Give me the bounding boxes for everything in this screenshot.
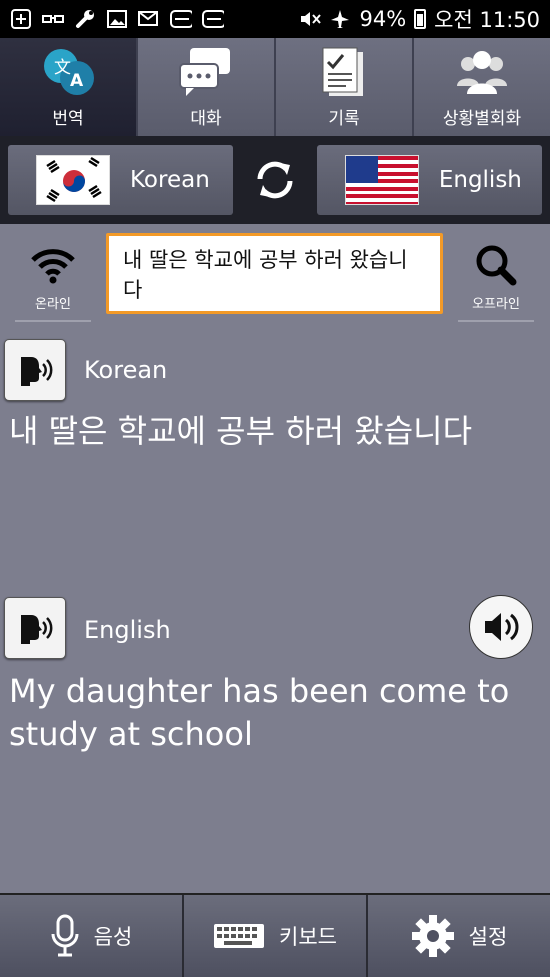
mail-icon — [138, 10, 160, 28]
settings-button[interactable]: 설정 — [368, 895, 550, 977]
input-row: 온라인 내 딸은 학교에 공부 하러 왔습니다 오프라인 — [0, 224, 550, 326]
keyboard-icon — [214, 924, 265, 948]
tab-translate[interactable]: 文 A 번역 — [0, 38, 138, 136]
battery-icon — [414, 9, 427, 29]
voice-input-button[interactable]: 음성 — [0, 895, 184, 977]
source-language-label: Korean — [130, 167, 210, 193]
usa-flag-icon — [344, 155, 419, 205]
battery-percent: 94% — [359, 7, 407, 31]
keyboard-label: 키보드 — [279, 925, 337, 949]
band-icon — [202, 10, 224, 28]
speaking-head-icon — [21, 615, 53, 644]
add-icon — [10, 9, 32, 29]
offline-label: 오프라인 — [472, 297, 520, 312]
gear-icon — [411, 915, 454, 957]
target-result-text: My daughter has been come to study at sc… — [9, 672, 510, 753]
glasses-icon — [42, 10, 64, 28]
svg-text:文: 文 — [54, 58, 71, 78]
swap-icon — [257, 161, 293, 199]
microphone-icon — [51, 914, 79, 957]
search-icon — [473, 237, 519, 293]
settings-label: 설정 — [468, 925, 508, 949]
clock: 오전 11:50 — [434, 8, 540, 32]
offline-button[interactable]: 오프라인 — [458, 232, 534, 322]
korea-flag-icon — [36, 155, 110, 205]
translate-icon: 文 A — [40, 46, 96, 98]
online-label: 온라인 — [35, 297, 71, 312]
source-language-button[interactable]: Korean — [8, 145, 234, 215]
wrench-icon — [74, 10, 96, 28]
mute-icon — [299, 10, 322, 28]
tab-label: 번역 — [52, 108, 84, 129]
swap-languages-button[interactable] — [233, 157, 317, 203]
language-bar: Korean English — [0, 136, 550, 224]
speaker-icon — [485, 613, 519, 641]
target-result-language: English — [84, 616, 171, 644]
tab-label: 대화 — [190, 108, 222, 129]
band-icon — [170, 10, 192, 28]
wifi-icon — [30, 237, 76, 293]
chat-icon — [178, 46, 234, 98]
tab-situations[interactable]: 상황별회화 — [414, 38, 550, 136]
svg-text:A: A — [70, 71, 84, 91]
tab-label: 상황별회화 — [442, 108, 522, 129]
image-icon — [106, 10, 128, 28]
online-button[interactable]: 온라인 — [15, 232, 91, 322]
target-language-label: English — [438, 167, 522, 193]
status-bar: 94% 오전 11:50 — [0, 0, 550, 38]
source-result-text: 내 딸은 학교에 공부 하러 왔습니다 — [9, 412, 473, 450]
target-speak-button[interactable] — [4, 597, 66, 659]
airplane-icon — [329, 10, 351, 28]
source-result-language: Korean — [84, 356, 168, 384]
speaking-head-icon — [21, 357, 53, 386]
notes-icon — [319, 46, 369, 98]
bottom-toolbar: 음성 키보드 설정 — [0, 893, 550, 977]
target-language-button[interactable]: English — [316, 145, 542, 215]
source-speak-button[interactable] — [4, 339, 66, 401]
tab-conversation[interactable]: 대화 — [138, 38, 276, 136]
tab-history[interactable]: 기록 — [276, 38, 414, 136]
main-tabs: 文 A 번역 대화 기록 상황별회화 — [0, 38, 550, 136]
voice-label: 음성 — [93, 925, 133, 949]
people-icon — [454, 46, 510, 98]
tab-label: 기록 — [328, 108, 360, 129]
play-translation-button[interactable] — [469, 595, 533, 659]
source-text-input[interactable]: 내 딸은 학교에 공부 하러 왔습니다 — [106, 233, 443, 314]
keyboard-input-button[interactable]: 키보드 — [184, 895, 368, 977]
